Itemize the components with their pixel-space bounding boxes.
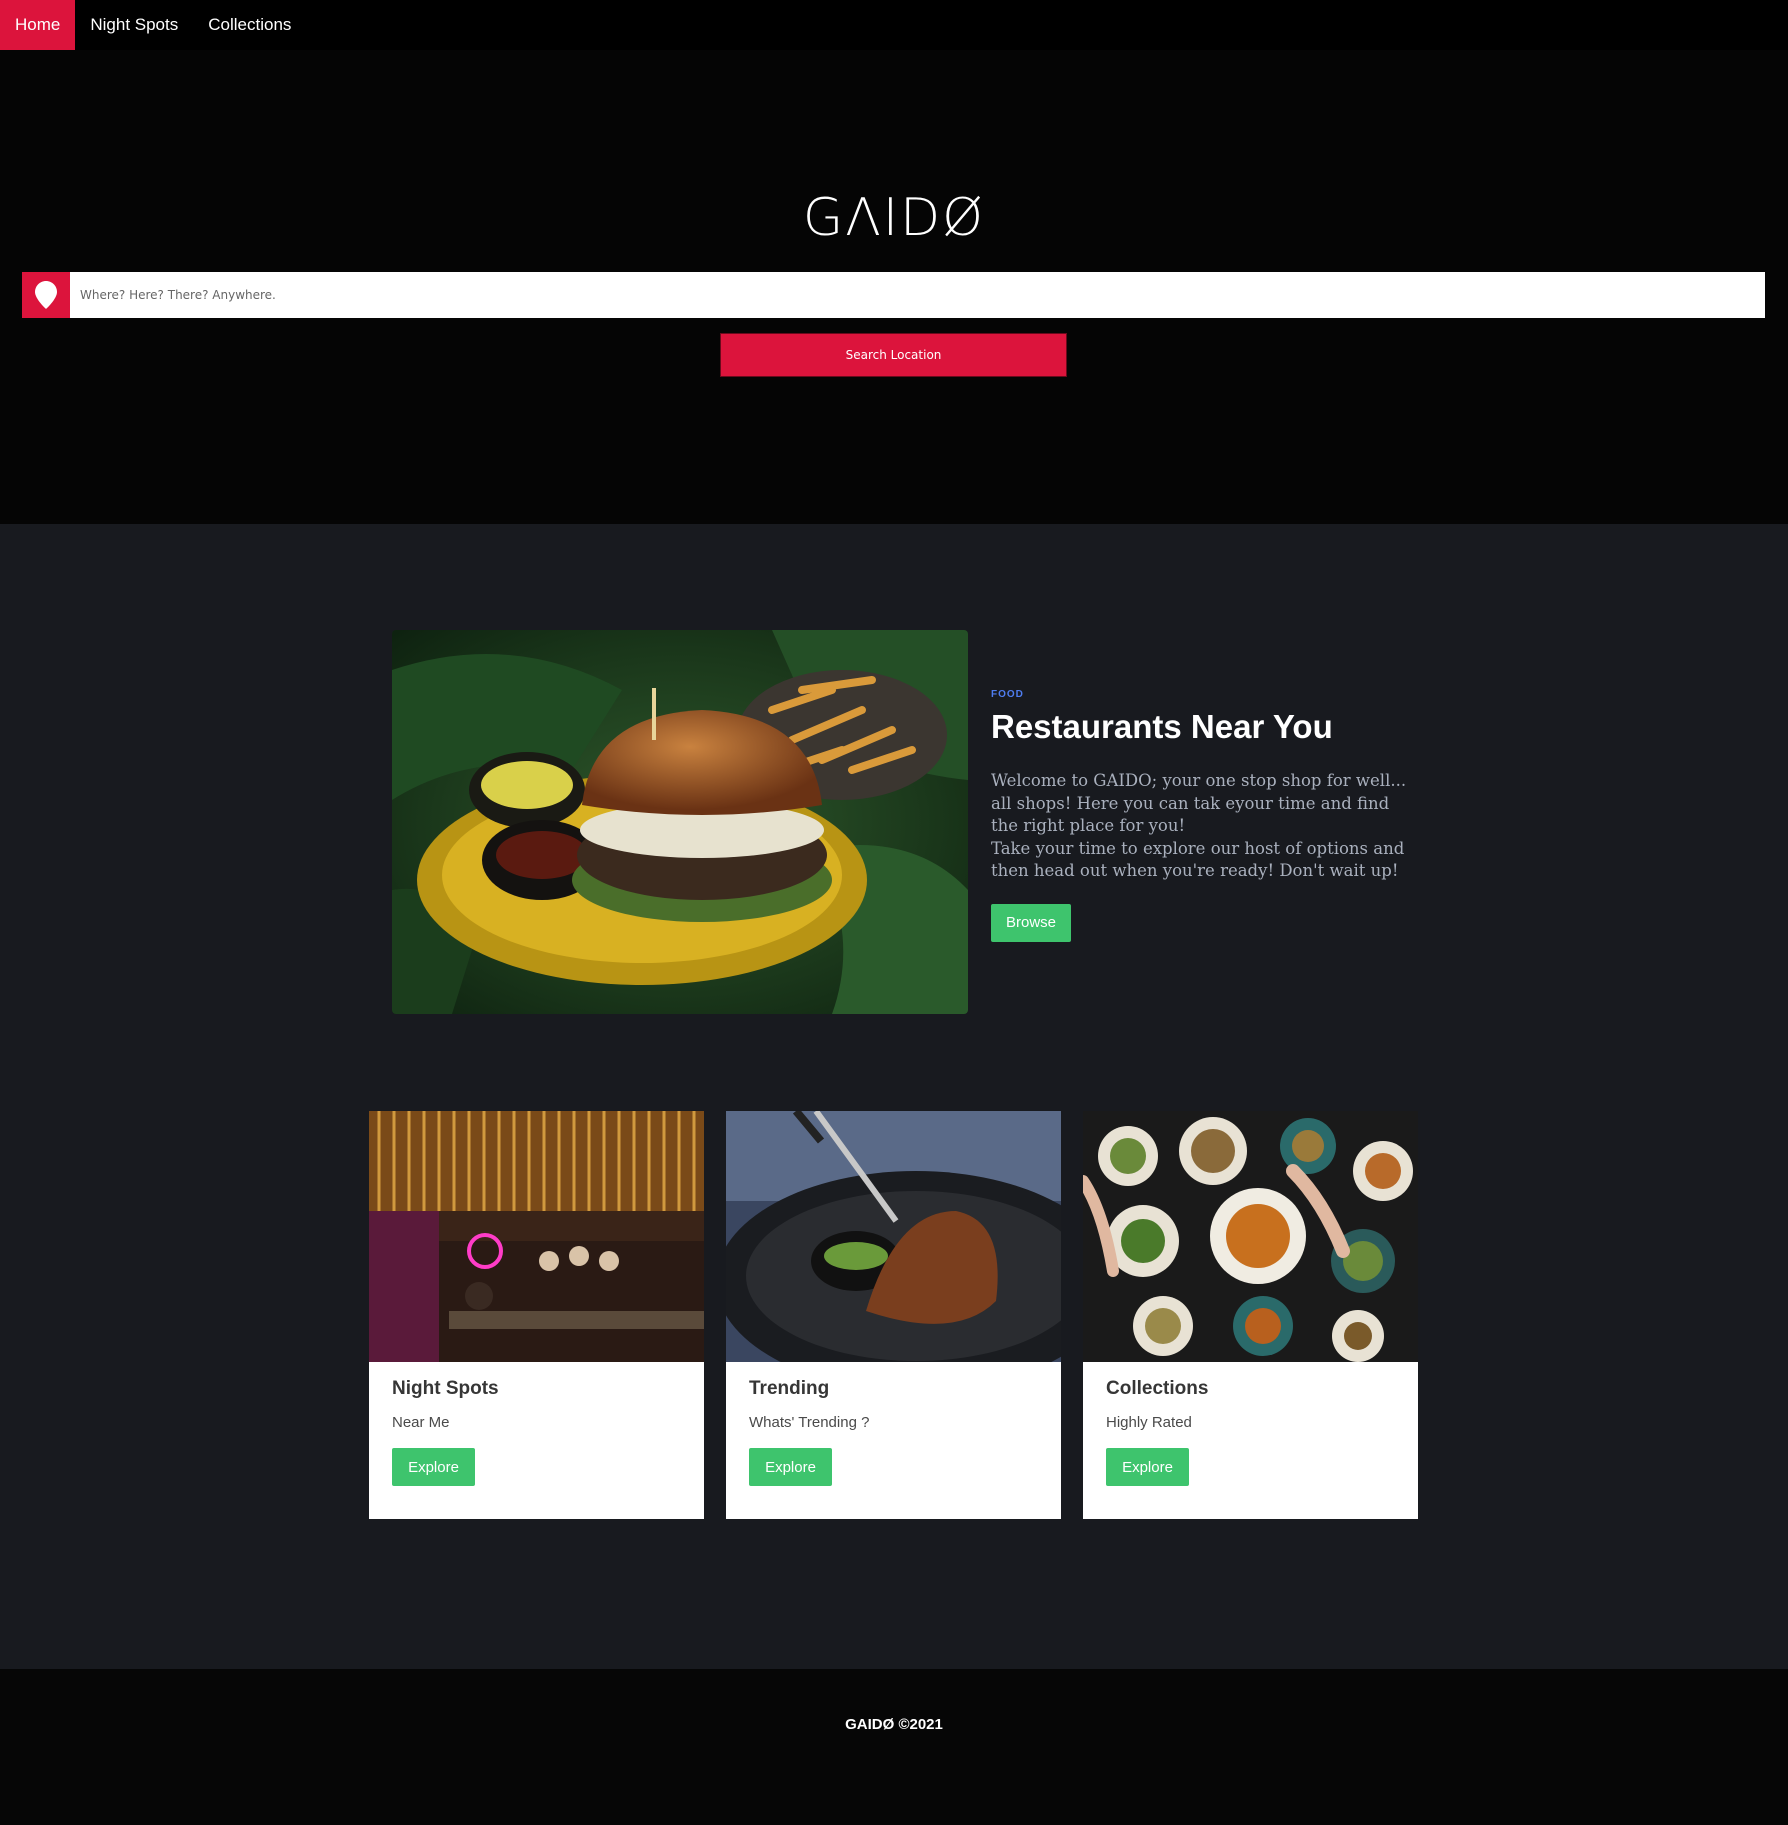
location-search xyxy=(22,272,1765,318)
nav-night-spots[interactable]: Night Spots xyxy=(75,0,193,50)
location-search-input[interactable] xyxy=(70,272,1765,318)
site-logo: GΛIDØ xyxy=(802,188,986,248)
footer-copyright: GAIDØ ©2021 xyxy=(845,1716,943,1733)
top-nav: Home Night Spots Collections xyxy=(0,0,1788,50)
burger-and-fries-photo xyxy=(392,630,968,1014)
card-body: Night Spots Near Me Explore xyxy=(369,1362,704,1502)
feature-description: Welcome to GAIDO; your one stop shop for… xyxy=(991,770,1411,883)
card-title: Night Spots xyxy=(392,1378,499,1399)
feature-title: Restaurants Near You xyxy=(991,708,1333,745)
hero-section: GΛIDØ Search Location xyxy=(0,50,1788,524)
feature-eyebrow: FOOD xyxy=(991,689,1024,700)
card-body: Trending Whats' Trending ? Explore xyxy=(726,1362,1061,1502)
explore-button[interactable]: Explore xyxy=(749,1448,832,1486)
explore-button[interactable]: Explore xyxy=(392,1448,475,1486)
feature-paragraph: Take your time to explore our host of op… xyxy=(991,838,1405,881)
card-title: Trending xyxy=(749,1378,830,1399)
nav-home[interactable]: Home xyxy=(0,0,76,50)
card-subtitle: Whats' Trending ? xyxy=(749,1414,870,1431)
dining-table-spread-photo xyxy=(1083,1111,1418,1362)
card-subtitle: Highly Rated xyxy=(1106,1414,1192,1431)
nav-collections[interactable]: Collections xyxy=(193,0,306,50)
explore-button[interactable]: Explore xyxy=(1106,1448,1189,1486)
feature-text: FOOD Restaurants Near You Welcome to GAI… xyxy=(991,689,1411,942)
card-night-spots: Night Spots Near Me Explore xyxy=(369,1111,704,1519)
feature-paragraph: Welcome to GAIDO; your one stop shop for… xyxy=(991,771,1407,835)
card-collections: Collections Highly Rated Explore xyxy=(1083,1111,1418,1519)
browse-button[interactable]: Browse xyxy=(991,903,1071,942)
lamb-shank-dish-photo xyxy=(726,1111,1061,1391)
footer: GAIDØ ©2021 xyxy=(0,1669,1788,1825)
card-subtitle: Near Me xyxy=(392,1414,450,1431)
map-pin-icon xyxy=(22,272,70,318)
card-body: Collections Highly Rated Explore xyxy=(1083,1362,1418,1502)
search-location-button[interactable]: Search Location xyxy=(720,333,1067,377)
card-trending: Trending Whats' Trending ? Explore xyxy=(726,1111,1061,1519)
main-section: FOOD Restaurants Near You Welcome to GAI… xyxy=(0,524,1788,1669)
neon-bar-photo xyxy=(369,1111,704,1362)
card-title: Collections xyxy=(1106,1378,1209,1399)
